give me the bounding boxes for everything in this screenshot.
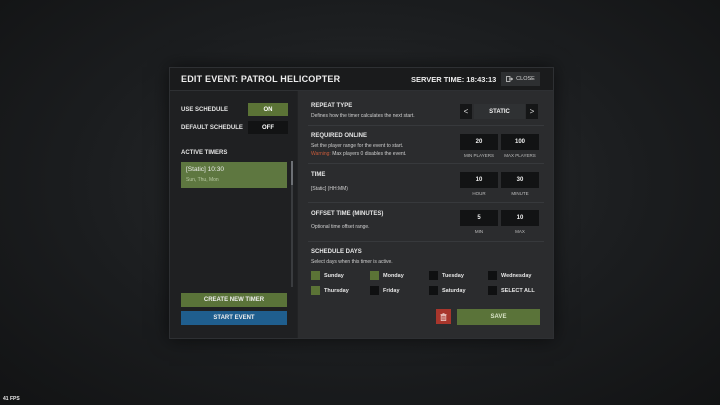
timers-scrollbar[interactable] — [291, 161, 293, 287]
page-title: EDIT EVENT: PATROL HELICOPTER — [181, 74, 341, 84]
active-timers-label: ACTIVE TIMERS — [181, 150, 228, 156]
day-label: Monday — [383, 272, 404, 279]
checkbox[interactable] — [429, 271, 438, 280]
day-checkbox-friday[interactable]: Friday — [370, 286, 400, 295]
start-event-button[interactable]: START EVENT — [181, 311, 287, 325]
delete-timer-button[interactable] — [436, 309, 451, 324]
trash-icon — [440, 308, 447, 326]
day-label: Wednesday — [501, 272, 532, 279]
right-panel: REPEAT TYPE Defines how the timer calcul… — [298, 91, 553, 338]
minute-input[interactable]: 30 — [501, 172, 539, 188]
time-title: TIME — [311, 172, 326, 178]
close-label: CLOSE — [516, 76, 535, 82]
server-time: SERVER TIME: 18:43:13 — [411, 74, 497, 84]
offset-min-label: MIN — [474, 229, 484, 234]
offset-time-desc: Optional time offset range. — [311, 224, 370, 230]
max-players-input[interactable]: 100 — [501, 134, 539, 150]
modal-header: EDIT EVENT: PATROL HELICOPTER SERVER TIM… — [170, 68, 553, 91]
left-panel: USE SCHEDULE ON DEFAULT SCHEDULE OFF ACT… — [170, 91, 297, 338]
min-players-input[interactable]: 20 — [460, 134, 498, 150]
required-online-title: REQUIRED ONLINE — [311, 133, 368, 139]
day-label: Tuesday — [442, 272, 464, 279]
min-players-label: MIN PLAYERS — [464, 153, 494, 158]
section-divider — [308, 241, 544, 242]
required-online-warning: Warning: Max players 0 disables the even… — [311, 151, 406, 157]
exit-icon — [506, 76, 514, 82]
day-label: SELECT ALL — [501, 287, 535, 294]
checkbox[interactable] — [370, 286, 379, 295]
max-players-label: MAX PLAYERS — [504, 153, 536, 158]
repeat-type-desc: Defines how the timer calculates the nex… — [311, 113, 415, 119]
create-new-timer-button[interactable]: CREATE NEW TIMER — [181, 293, 287, 307]
checkbox[interactable] — [370, 271, 379, 280]
repeat-type-title: REPEAT TYPE — [311, 103, 353, 109]
day-checkbox-wednesday[interactable]: Wednesday — [488, 271, 531, 280]
day-label: Sunday — [324, 272, 344, 279]
close-button[interactable]: CLOSE — [501, 72, 540, 86]
day-checkbox-monday[interactable]: Monday — [370, 271, 404, 280]
required-online-desc: Set the player range for the event to st… — [311, 143, 404, 149]
select-all-checkbox[interactable]: SELECT ALL — [488, 286, 535, 295]
day-label: Friday — [383, 287, 400, 294]
offset-time-title: OFFSET TIME (MINUTES) — [311, 211, 384, 217]
day-checkbox-thursday[interactable]: Thursday — [311, 286, 349, 295]
repeat-type-value: STATIC — [474, 104, 525, 119]
hour-label: HOUR — [472, 191, 486, 196]
checkbox[interactable] — [488, 286, 497, 295]
use-schedule-label: USE SCHEDULE — [181, 107, 229, 113]
repeat-next-button[interactable]: > — [526, 104, 538, 119]
hour-input[interactable]: 10 — [460, 172, 498, 188]
day-label: Thursday — [324, 287, 349, 294]
day-checkbox-tuesday[interactable]: Tuesday — [429, 271, 464, 280]
save-button[interactable]: SAVE — [457, 309, 540, 325]
day-checkbox-saturday[interactable]: Saturday — [429, 286, 466, 295]
time-desc: [Static] (HH:MM) — [311, 186, 348, 192]
timer-title: [Static] 10:30 — [186, 166, 224, 173]
use-schedule-toggle[interactable]: ON — [248, 103, 288, 116]
checkbox[interactable] — [311, 271, 320, 280]
offset-max-label: MAX — [515, 229, 525, 234]
day-checkbox-sunday[interactable]: Sunday — [311, 271, 344, 280]
edit-event-modal: EDIT EVENT: PATROL HELICOPTER SERVER TIM… — [169, 67, 554, 339]
section-divider — [308, 163, 544, 164]
repeat-prev-button[interactable]: < — [460, 104, 472, 119]
scrollbar-thumb[interactable] — [291, 161, 293, 185]
default-schedule-label: DEFAULT SCHEDULE — [181, 125, 243, 131]
offset-min-input[interactable]: 5 — [460, 210, 498, 226]
schedule-days-title: SCHEDULE DAYS — [311, 249, 362, 255]
minute-label: MINUTE — [511, 191, 529, 196]
offset-max-input[interactable]: 10 — [501, 210, 539, 226]
timer-list-item[interactable]: [Static] 10:30 Sun, Thu, Mon — [181, 162, 287, 188]
checkbox[interactable] — [311, 286, 320, 295]
section-divider — [308, 202, 544, 203]
timer-days: Sun, Thu, Mon — [186, 177, 219, 183]
warning-word: Warning: — [311, 151, 331, 157]
checkbox[interactable] — [488, 271, 497, 280]
schedule-days-desc: Select days when this timer is active. — [311, 259, 393, 265]
checkbox[interactable] — [429, 286, 438, 295]
section-divider — [308, 125, 544, 126]
fps-counter: 41 FPS — [3, 396, 20, 402]
warning-text: Max players 0 disables the event. — [332, 151, 407, 157]
day-label: Saturday — [442, 287, 466, 294]
default-schedule-toggle[interactable]: OFF — [248, 121, 288, 134]
